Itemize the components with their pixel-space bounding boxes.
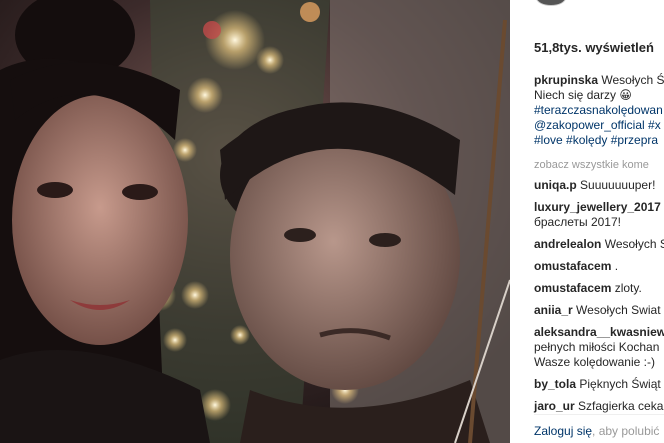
photo-illustration bbox=[0, 0, 510, 443]
comment: uniqa.p Suuuuuuuper! bbox=[534, 178, 664, 193]
comment-username[interactable]: omustafacem bbox=[534, 259, 611, 273]
comment-text: Wasze kolędowanie :-) bbox=[534, 355, 655, 369]
see-all-comments-link[interactable]: zobacz wszystkie kome bbox=[534, 159, 649, 171]
comment-text: Suuuuuuuper! bbox=[580, 178, 656, 192]
comment: jaro_ur Szfagierka ceka bbox=[534, 399, 664, 414]
comment-username[interactable]: luxury_jewellery_2017 bbox=[534, 200, 661, 214]
caption-hashtag[interactable]: @zakopower_official #x bbox=[534, 118, 664, 133]
post-caption: pkrupinska Wesołych Ś Niech się darzy 😀 … bbox=[534, 73, 664, 148]
view-count: 51,8tys. wyświetleń bbox=[534, 40, 654, 55]
comment-username[interactable]: aniia_r bbox=[534, 303, 573, 317]
comment-text: Pięknych Świąt bbox=[579, 377, 661, 391]
comment-text: . bbox=[614, 259, 619, 273]
comment-text: браслеты 2017! bbox=[534, 215, 621, 229]
comment: aniia_r Wesołych Swiat bbox=[534, 303, 664, 318]
comment-username[interactable]: omustafacem bbox=[534, 281, 611, 295]
comment: luxury_jewellery_2017 браслеты 2017! bbox=[534, 200, 664, 230]
caption-text: Wesołych Ś bbox=[601, 73, 664, 87]
post-photo[interactable] bbox=[0, 0, 510, 443]
comment-text: Szfagierka ceka bbox=[578, 399, 664, 413]
comment: aleksandra__kwasniew pełnych miłości Koc… bbox=[534, 325, 664, 370]
divider bbox=[534, 414, 664, 415]
comment: omustafacem . bbox=[534, 259, 664, 274]
avatar[interactable] bbox=[536, 0, 566, 6]
login-link[interactable]: Zaloguj się bbox=[534, 424, 592, 438]
comments-list: uniqa.p Suuuuuuuper! luxury_jewellery_20… bbox=[534, 178, 664, 421]
comment-text: Wesołych S bbox=[604, 237, 664, 251]
comment-username[interactable]: uniqa.p bbox=[534, 178, 577, 192]
comment-username[interactable]: jaro_ur bbox=[534, 399, 575, 413]
comment-text: pełnych miłości Kochan bbox=[534, 340, 660, 354]
comment: by_tola Pięknych Świąt bbox=[534, 377, 664, 392]
comment-username[interactable]: by_tola bbox=[534, 377, 576, 391]
comment: omustafacem zloty. bbox=[534, 281, 664, 296]
comment-text: zloty. bbox=[614, 281, 642, 295]
comment-text: Wesołych Swiat bbox=[576, 303, 661, 317]
caption-text-line2: Niech się darzy 😀 bbox=[534, 88, 632, 102]
login-prompt-text: , aby polubić bbox=[592, 424, 660, 438]
caption-username[interactable]: pkrupinska bbox=[534, 73, 598, 87]
caption-hashtag[interactable]: #terazczasnakolędowan bbox=[534, 103, 664, 118]
comment-username[interactable]: andrelealon bbox=[534, 237, 601, 251]
caption-hashtag[interactable]: #love #kolędy #przepra bbox=[534, 133, 664, 148]
login-prompt: Zaloguj się, aby polubić bbox=[534, 424, 659, 438]
comment-username[interactable]: aleksandra__kwasniew bbox=[534, 325, 664, 339]
comment: andrelealon Wesołych S bbox=[534, 237, 664, 252]
post-sidebar: 51,8tys. wyświetleń pkrupinska Wesołych … bbox=[510, 0, 664, 443]
